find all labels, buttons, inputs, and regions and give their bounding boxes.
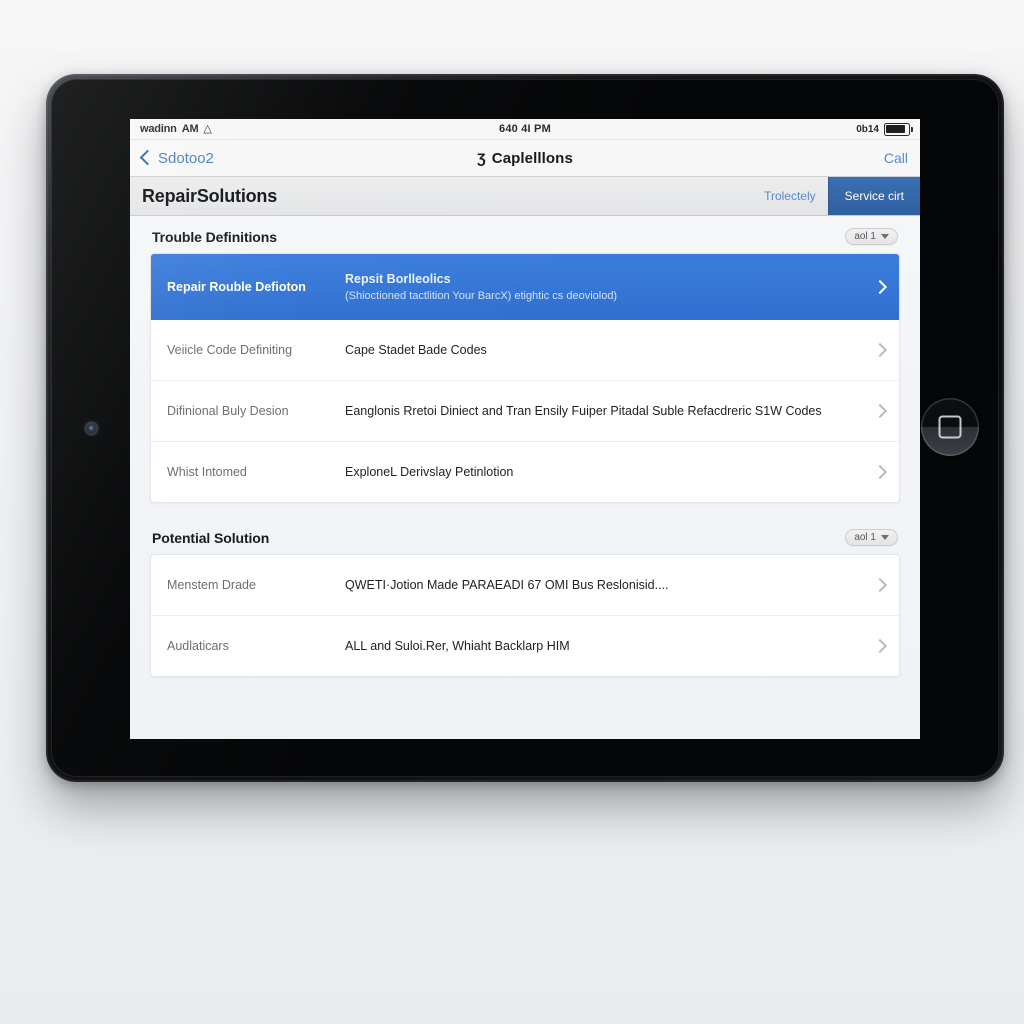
row-secondary-text: (Shioctioned tactlition Your BarcX) etig… <box>345 290 618 302</box>
toolbar-secondary-button[interactable]: Trolectely <box>752 177 828 215</box>
row-primary-text: Cape Stadet Bade Codes <box>345 343 487 357</box>
row-primary-text: Eanglonis Rretoi Diniect and Tran Ensily… <box>345 404 822 418</box>
table-row[interactable]: Audlaticars ALL and Suloi.Rer, Whiaht Ba… <box>151 616 899 676</box>
app-toolbar: RepairSolutions Trolectely Service cirt <box>130 177 920 216</box>
row-body: Repsit Borlleolics (Shioctioned tactliti… <box>345 272 865 302</box>
tablet-device: wadinn AM △ 640 4I PM 0b14 Sdotoo2 Ʒ Cap… <box>46 74 1004 782</box>
chevron-right-icon <box>872 638 888 654</box>
row-body: QWETI·Jotion Made PARAEADI 67 OMI Bus Re… <box>345 578 865 592</box>
row-label: Difinional Buly Desion <box>167 404 289 418</box>
home-button[interactable] <box>921 398 979 456</box>
battery-percent-label: 0b14 <box>856 123 879 135</box>
chevron-right-icon <box>872 403 888 419</box>
section-filter-label: aol 1 <box>854 532 876 543</box>
status-bar: wadinn AM △ 640 4I PM 0b14 <box>130 119 920 140</box>
status-bar-time: 640 4I PM <box>499 123 551 135</box>
chevron-right-icon <box>872 577 888 593</box>
table-row[interactable]: Menstem Drade QWETI·Jotion Made PARAEADI… <box>151 555 899 616</box>
lightning-bolt-icon: Ʒ <box>477 150 486 166</box>
section-title: Trouble Definitions <box>152 228 277 245</box>
screen: wadinn AM △ 640 4I PM 0b14 Sdotoo2 Ʒ Cap… <box>130 119 920 739</box>
table-row[interactable]: Veiicle Code Definiting Cape Stadet Bade… <box>151 320 899 381</box>
toolbar-actions: Trolectely Service cirt <box>752 177 920 215</box>
section-title: Potential Solution <box>152 529 270 546</box>
row-label: Veiicle Code Definiting <box>167 343 293 357</box>
table-row[interactable]: Difinional Buly Desion Eanglonis Rretoi … <box>151 381 899 442</box>
chevron-right-icon <box>872 342 888 358</box>
section-filter-pill[interactable]: aol 1 <box>845 529 898 546</box>
row-body: Eanglonis Rretoi Diniect and Tran Ensily… <box>345 404 865 418</box>
call-button[interactable]: Call <box>884 150 908 166</box>
chevron-right-icon <box>872 279 888 295</box>
chevron-down-icon <box>881 234 889 239</box>
status-bar-right: 0b14 <box>856 122 913 136</box>
row-primary-text: ExploneL Derivslay Petinlotion <box>345 465 514 479</box>
row-primary-text: Repsit Borlleolics <box>345 272 451 286</box>
table-row[interactable]: Repair Rouble Defioton Repsit Borlleolic… <box>151 254 899 320</box>
content-area: Trouble Definitions aol 1 Repair Rouble … <box>130 216 920 739</box>
app-title: RepairSolutions <box>142 185 278 206</box>
section-header-potential-solution: Potential Solution aol 1 <box>150 517 900 554</box>
row-primary-text: ALL and Suloi.Rer, Whiaht Backlarp HIM <box>345 639 570 653</box>
row-primary-text: QWETI·Jotion Made PARAEADI 67 OMI Bus Re… <box>345 578 669 592</box>
row-label: Menstem Drade <box>167 578 256 592</box>
table-row[interactable]: Whist Intomed ExploneL Derivslay Petinlo… <box>151 442 899 502</box>
potential-solution-list: Menstem Drade QWETI·Jotion Made PARAEADI… <box>150 554 900 677</box>
row-label: Whist Intomed <box>167 465 247 479</box>
row-body: ALL and Suloi.Rer, Whiaht Backlarp HIM <box>345 639 865 653</box>
row-body: ExploneL Derivslay Petinlotion <box>345 465 865 479</box>
row-label: Repair Rouble Defioton <box>167 280 306 294</box>
battery-icon <box>884 122 913 136</box>
chevron-down-icon <box>881 535 889 540</box>
trouble-definitions-list: Repair Rouble Defioton Repsit Borlleolic… <box>150 253 900 503</box>
row-body: Cape Stadet Bade Codes <box>345 343 865 357</box>
chevron-right-icon <box>872 464 888 480</box>
section-filter-label: aol 1 <box>854 231 876 242</box>
page-title-label: Caplelllons <box>491 149 573 167</box>
home-square-icon <box>938 415 962 439</box>
navigation-bar: Sdotoo2 Ʒ Caplelllons Call <box>130 140 920 177</box>
section-filter-pill[interactable]: aol 1 <box>845 228 898 245</box>
page-backdrop: wadinn AM △ 640 4I PM 0b14 Sdotoo2 Ʒ Cap… <box>0 0 1024 1024</box>
row-label: Audlaticars <box>167 639 229 653</box>
page-title: Ʒ Caplelllons <box>130 150 920 167</box>
toolbar-primary-button[interactable]: Service cirt <box>827 177 920 215</box>
front-camera-icon <box>85 422 98 435</box>
section-header-trouble-definitions: Trouble Definitions aol 1 <box>150 216 900 253</box>
